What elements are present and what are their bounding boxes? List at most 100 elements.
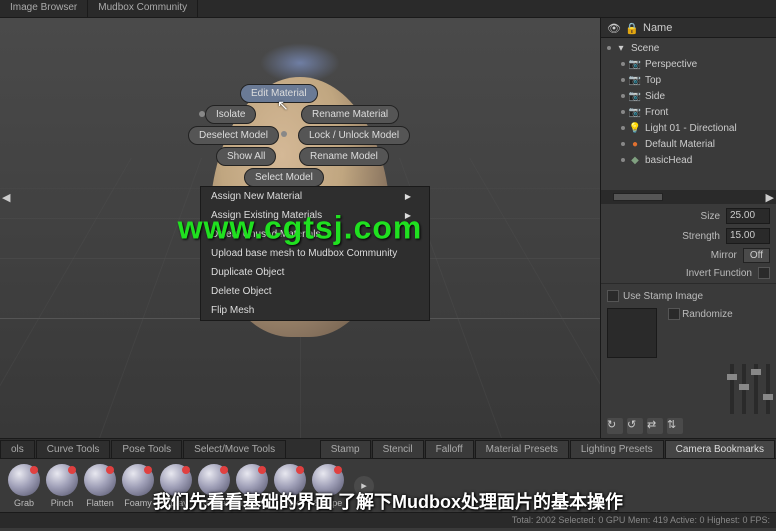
ctx-duplicate-object[interactable]: Duplicate Object [201,263,429,282]
ctx-upload-base-mesh[interactable]: Upload base mesh to Mudbox Community [201,244,429,263]
tab-stencil[interactable]: Stencil [372,440,424,458]
rotate-ccw-icon[interactable]: ↺ [627,418,643,434]
flip-h-icon[interactable]: ⇄ [647,418,663,434]
slider-3[interactable] [754,364,758,414]
bullet-icon [621,94,625,98]
tree-item[interactable]: 📷 Top [601,72,776,88]
radial-rename-material[interactable]: Rename Material [301,105,399,124]
tree-item[interactable]: ●Default Material [601,136,776,152]
brush-ball-icon [8,464,40,496]
tree-header: 👁 🔒 Name [601,18,776,38]
brush-indicator-icon [258,466,266,474]
randomize-label: Randomize [682,309,733,320]
radial-select-model[interactable]: Select Model [244,168,324,187]
tab-image-browser[interactable]: Image Browser [0,0,88,17]
tab-curve-tools[interactable]: Curve Tools [36,440,111,458]
strength-input[interactable]: 15.00 [726,228,770,244]
viewport-3d[interactable]: Edit Material Isolate Rename Material De… [0,18,600,438]
tab-mudbox-community[interactable]: Mudbox Community [88,0,198,17]
visibility-icon[interactable]: 👁 [607,22,619,34]
brush-flatten[interactable]: Flatten [84,464,116,508]
brush-label: Flatten [86,498,114,508]
tab-select-move-tools[interactable]: Select/Move Tools [183,440,286,458]
brush-scrape[interactable]: Scrape [312,464,344,508]
tree-item-label: Default Material [645,139,715,150]
tree-item[interactable]: 📷Front [601,104,776,120]
scene-icon: ▾ [615,42,627,54]
tree-item[interactable]: ◆ basicHead [601,152,776,168]
scroll-thumb[interactable] [613,193,663,201]
brush-label: Grab [14,498,34,508]
ctx-delete-unused-materials[interactable]: Delete Unused Materials [201,225,429,244]
brush-pinch[interactable]: Pinch [46,464,78,508]
mirror-toggle[interactable]: Off [743,248,770,263]
mesh-icon: ◆ [629,154,641,166]
submenu-arrow-icon: ▶ [405,211,411,220]
slider-1[interactable] [730,364,734,414]
bullet-icon [621,110,625,114]
slider-4[interactable] [766,364,770,414]
ctx-flip-mesh[interactable]: Flip Mesh [201,301,429,320]
radial-edit-material[interactable]: Edit Material [240,84,318,103]
scroll-right-icon[interactable]: ▶ [766,191,774,204]
radial-show-all[interactable]: Show All [216,147,276,166]
context-menu: Assign New Material▶ Assign Existing Mat… [200,186,430,321]
tree-item-label: Top [645,75,661,86]
radial-lock-unlock[interactable]: Lock / Unlock Model [298,126,410,145]
cam-icon: 📷 [629,106,641,118]
tab-lighting-presets[interactable]: Lighting Presets [570,440,664,458]
tab-ols[interactable]: ols [0,440,35,458]
radial-deselect-model[interactable]: Deselect Model [188,126,279,145]
brush-wax[interactable]: Wax [274,464,306,508]
brush-indicator-icon [144,466,152,474]
stamp-checkbox[interactable] [607,290,619,302]
cam-icon: 📷 [629,74,641,86]
tab-material-presets[interactable]: Material Presets [475,440,569,458]
brush-label: Spray [164,498,188,508]
lock-icon[interactable]: 🔒 [625,22,637,34]
bullet-icon [621,62,625,66]
ctx-assign-new-material[interactable]: Assign New Material▶ [201,187,429,206]
brush-spray[interactable]: Spray [160,464,192,508]
tree-item[interactable]: 📷Side [601,88,776,104]
brush-ball-icon [122,464,154,496]
radial-isolate[interactable]: Isolate [205,105,256,124]
scrollbar-horizontal[interactable]: ◀ ▶ [601,190,776,204]
brush-imprint[interactable]: Imprint [236,464,268,508]
flip-v-icon[interactable]: ⇅ [667,418,683,434]
size-input[interactable]: 25.00 [726,208,770,224]
invert-checkbox[interactable] [758,267,770,279]
stamp-thumbnail[interactable] [607,308,657,358]
bullet-icon [607,46,611,50]
tab-pose-tools[interactable]: Pose Tools [111,440,182,458]
brush-indicator-icon [334,466,342,474]
tree-item[interactable]: ▾Scene [601,40,776,56]
tab-stamp[interactable]: Stamp [320,440,371,458]
brush-grab[interactable]: Grab [8,464,40,508]
brush-label: Imprint [238,498,266,508]
tab-camera-bookmarks[interactable]: Camera Bookmarks [665,440,775,458]
brush-repeat[interactable]: Repeat [198,464,230,508]
tree-item[interactable]: 💡 Light 01 - Directional [601,120,776,136]
brush-ball-icon [46,464,78,496]
brush-foamy[interactable]: Foamy [122,464,154,508]
strength-label: Strength [682,231,720,242]
right-panel: 👁 🔒 Name ▾Scene📷Perspective 📷 Top 📷Side📷Fro… [600,18,776,438]
light-icon: 💡 [629,122,641,134]
tree-item-label: Light 01 - Directional [645,123,737,134]
scene-tree[interactable]: ▾Scene📷Perspective 📷 Top 📷Side📷Front 💡 Light … [601,38,776,190]
scroll-left-icon[interactable]: ◀ [2,191,10,204]
more-brushes-button[interactable]: ▸ [354,476,374,496]
ctx-delete-object[interactable]: Delete Object [201,282,429,301]
brush-indicator-icon [296,466,304,474]
tree-item[interactable]: 📷Perspective [601,56,776,72]
ctx-assign-existing-materials[interactable]: Assign Existing Materials▶ [201,206,429,225]
randomize-checkbox[interactable] [668,308,680,320]
brush-ball-icon [84,464,116,496]
bullet-icon [621,78,625,82]
tree-item-label: basicHead [645,155,692,166]
slider-2[interactable] [742,364,746,414]
tab-falloff[interactable]: Falloff [425,440,474,458]
rotate-icon[interactable]: ↻ [607,418,623,434]
radial-rename-model[interactable]: Rename Model [299,147,389,166]
